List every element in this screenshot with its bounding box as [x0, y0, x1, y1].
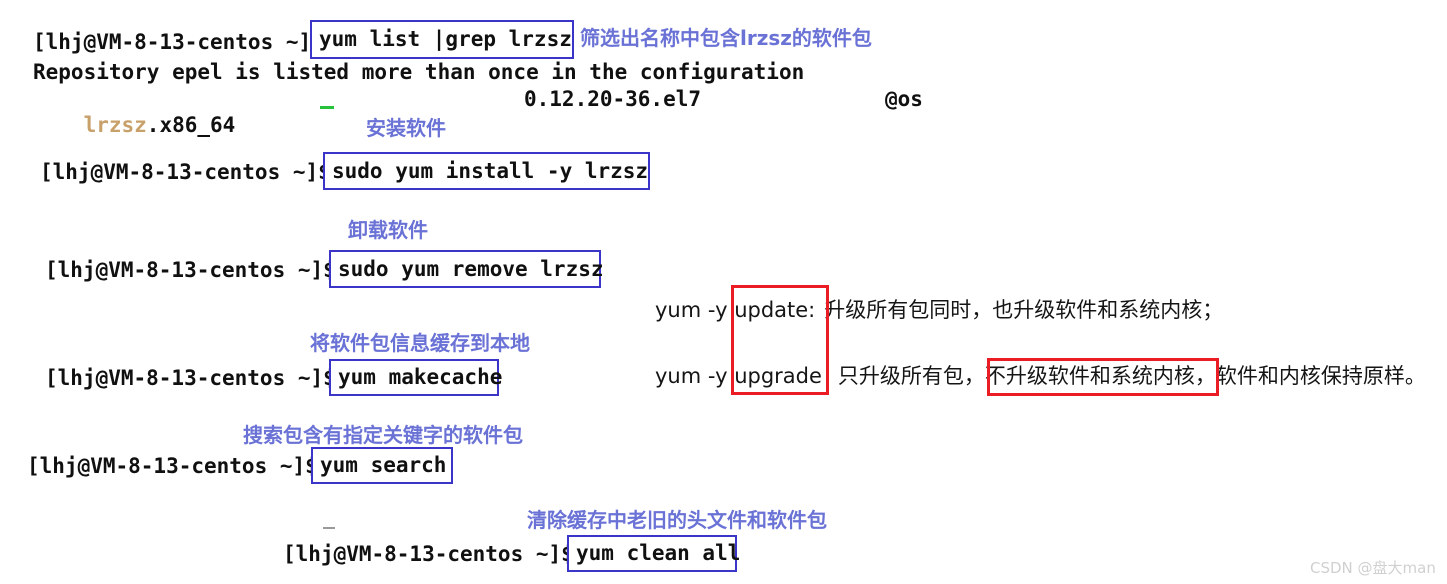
package-repo-text: @os	[885, 87, 923, 111]
command-box-yum-remove[interactable]: sudo yum remove lrzsz	[329, 250, 604, 288]
explanation-upgrade-highlight: 不升级软件和系统内核，	[984, 364, 1216, 388]
explanation-update-prefix: yum -y	[655, 298, 735, 322]
stray-grey-mark	[323, 527, 335, 529]
explanation-yum-update: yum -y update: 升级所有包同时，也升级软件和系统内核；	[655, 298, 1223, 322]
explanation-upgrade-desc-part2: 软件和内核保持原样。	[1215, 364, 1426, 388]
command-box-yum-makecache[interactable]: yum makecache	[329, 359, 503, 396]
stray-green-mark	[320, 106, 334, 109]
annotation-yum-makecache: 将软件包信息缓存到本地	[310, 331, 530, 355]
command-text-yum-clean-all: yum clean all	[576, 541, 741, 565]
package-name-text: lrzsz	[83, 113, 147, 137]
command-text-yum-list-grep: yum list |grep lrzsz	[319, 27, 572, 51]
command-text-yum-makecache: yum makecache	[338, 365, 503, 389]
terminal-prompt-2: [lhj@VM-8-13-centos ~]$	[40, 160, 331, 184]
annotation-yum-clean-all: 清除缓存中老旧的头文件和软件包	[527, 508, 827, 532]
command-box-yum-install[interactable]: sudo yum install -y lrzsz	[323, 152, 650, 190]
annotation-yum-search: 搜索包含有指定关键字的软件包	[243, 423, 523, 447]
command-box-yum-search[interactable]: yum search	[311, 447, 453, 484]
command-text-yum-remove: sudo yum remove lrzsz	[338, 256, 604, 281]
watermark-csdn: CSDN @盘大man	[1310, 559, 1436, 577]
screenshot-canvas: [lhj@VM-8-13-centos ~]$ yum list |grep l…	[0, 0, 1447, 584]
package-arch-text: .x86_64	[146, 113, 236, 137]
command-box-yum-list-grep[interactable]: yum list |grep lrzsz	[310, 20, 574, 59]
command-box-yum-clean-all[interactable]: yum clean all	[567, 535, 741, 572]
terminal-prompt-5: [lhj@VM-8-13-centos ~]$	[27, 454, 318, 478]
explanation-upgrade-desc-part1: 只升级所有包，	[837, 364, 985, 388]
terminal-prompt-4: [lhj@VM-8-13-centos ~]$	[45, 366, 336, 390]
annotation-yum-list-grep: 筛选出名称中包含lrzsz的软件包	[580, 26, 872, 50]
command-text-yum-search: yum search	[320, 453, 447, 477]
terminal-prompt-3: [lhj@VM-8-13-centos ~]$	[45, 258, 336, 282]
explanation-upgrade-keyword: upgrade	[734, 364, 822, 388]
explanation-update-keyword: update:	[734, 298, 816, 322]
annotation-yum-install: 安装软件	[366, 116, 446, 140]
terminal-prompt-6: [lhj@VM-8-13-centos ~]$	[283, 542, 574, 566]
explanation-yum-upgrade: yum -y upgrade 只升级所有包，不升级软件和系统内核，软件和内核保持原…	[655, 364, 1426, 388]
command-text-yum-install: sudo yum install -y lrzsz	[332, 158, 649, 183]
terminal-output-package-row: lrzsz.x86_64	[33, 86, 236, 164]
annotation-yum-remove: 卸载软件	[348, 218, 428, 242]
terminal-output-repo-warning: Repository epel is listed more than once…	[33, 60, 805, 84]
package-version-text: 0.12.20-36.el7	[524, 87, 702, 111]
terminal-prompt-1: [lhj@VM-8-13-centos ~]$	[33, 30, 324, 54]
explanation-upgrade-prefix: yum -y	[655, 364, 735, 388]
explanation-update-description: 升级所有包同时，也升级软件和系统内核；	[824, 298, 1224, 322]
